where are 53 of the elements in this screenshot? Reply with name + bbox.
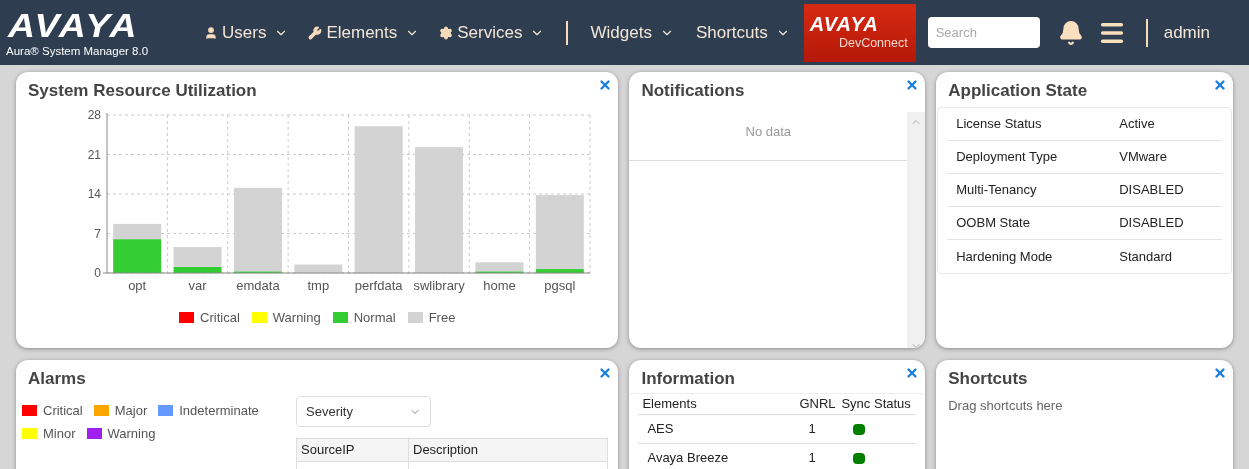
x-tick-label: emdata xyxy=(236,278,280,293)
state-label: License Status xyxy=(955,115,1043,134)
widget-title: Notifications xyxy=(640,80,746,102)
state-value: VMware xyxy=(1119,148,1167,167)
y-tick-label: 14 xyxy=(87,187,101,201)
badge-label: DevConnect xyxy=(838,34,909,52)
legend-label: Critical xyxy=(43,402,83,420)
column-header: Sync Status xyxy=(841,395,911,414)
column-header: Description xyxy=(412,441,480,460)
legend-label: Normal xyxy=(353,309,396,327)
widget-title: Alarms xyxy=(27,368,87,390)
table-cell-text: 1 xyxy=(807,449,817,468)
state-label: OOBM State xyxy=(955,214,1031,233)
table-cell-text: AES xyxy=(646,420,675,439)
state-value: Active xyxy=(1119,115,1155,134)
widget-title: Shortcuts xyxy=(947,368,1029,390)
x-tick-label: tmp xyxy=(307,278,330,293)
state-value: Standard xyxy=(1119,247,1172,266)
state-value: DISABLED xyxy=(1119,214,1184,233)
y-tick-label: 7 xyxy=(94,226,101,241)
badge-brand: AVAYA xyxy=(809,13,880,34)
state-label: Multi-Tenancy xyxy=(955,181,1038,200)
y-tick-label: 21 xyxy=(87,147,101,162)
legend-label: Critical xyxy=(200,309,240,327)
legend-label: Indeterminate xyxy=(179,402,259,420)
column-header: SourceIP xyxy=(297,439,409,461)
table-cell-text: Avaya Breeze xyxy=(646,449,730,468)
legend-label: Major xyxy=(114,402,148,420)
widget-title: Application State xyxy=(947,80,1089,102)
y-tick-label: 28 xyxy=(87,108,101,122)
legend-label: Minor xyxy=(43,424,76,443)
x-tick-label: perfdata xyxy=(354,278,403,293)
widget-title: System Resource Utilization xyxy=(27,80,258,102)
x-tick-label: swlibrary xyxy=(413,278,465,293)
x-tick-label: home xyxy=(483,278,516,293)
legend-label: Warning xyxy=(107,424,156,443)
x-tick-label: opt xyxy=(128,278,147,293)
product-name: Aura® System Manager 8.0 xyxy=(6,43,150,59)
legend-label: Free xyxy=(428,309,456,327)
hint-text: Drag shortcuts here xyxy=(947,397,1064,415)
x-tick-label: pgsql xyxy=(544,278,576,293)
legend-label: Warning xyxy=(272,309,321,327)
state-value: DISABLED xyxy=(1119,181,1184,200)
column-header: GNRL xyxy=(799,395,837,414)
x-tick-label: var xyxy=(188,278,207,293)
empty-message: No data xyxy=(745,123,792,141)
state-label: Deployment Type xyxy=(955,148,1059,167)
state-label: Hardening Mode xyxy=(955,247,1054,266)
column-header: Elements xyxy=(641,395,698,414)
logo: AVAYA xyxy=(8,6,140,43)
y-tick-label: 0 xyxy=(94,266,101,280)
widget-title: Information xyxy=(640,368,736,390)
table-cell-text: 1 xyxy=(807,420,817,439)
